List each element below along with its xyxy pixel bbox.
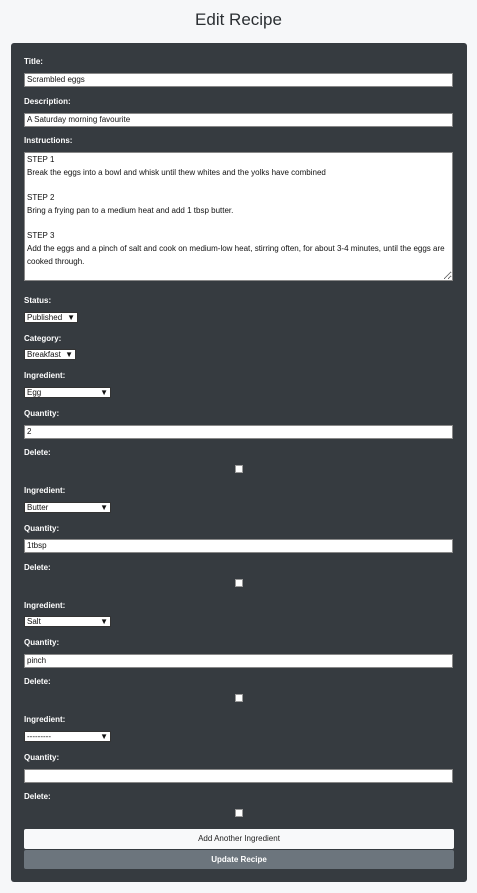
quantity-input[interactable]: pinch bbox=[24, 654, 453, 668]
status-select-value: Published bbox=[27, 313, 63, 322]
update-recipe-button[interactable]: Update Recipe bbox=[24, 850, 454, 869]
description-label: Description: bbox=[24, 97, 71, 106]
quantity-input[interactable]: 1tbsp bbox=[24, 539, 453, 553]
chevron-down-icon: ▼ bbox=[67, 313, 75, 322]
ingredient-select-value: Butter bbox=[27, 503, 49, 512]
ingredient-select[interactable]: Egg ▼ bbox=[24, 387, 111, 398]
category-label: Category: bbox=[24, 334, 62, 343]
title-input[interactable]: Scrambled eggs bbox=[24, 73, 453, 87]
ingredient-select-value: Egg bbox=[27, 388, 42, 397]
quantity-input[interactable] bbox=[24, 769, 453, 783]
quantity-label: Quantity: bbox=[24, 638, 60, 647]
delete-label: Delete: bbox=[24, 448, 51, 457]
instructions-textarea[interactable]: STEP 1 Break the eggs into a bowl and wh… bbox=[24, 152, 453, 281]
description-input[interactable]: A Saturday morning favourite bbox=[24, 113, 453, 127]
instructions-label: Instructions: bbox=[24, 136, 73, 145]
ingredient-label: Ingredient: bbox=[24, 601, 66, 610]
ingredient-select-value: --------- bbox=[27, 732, 51, 741]
ingredient-select-value: Salt bbox=[27, 617, 41, 626]
chevron-down-icon: ▼ bbox=[65, 350, 73, 359]
recipe-form: Title: Scrambled eggs Description: A Sat… bbox=[11, 43, 467, 882]
delete-checkbox[interactable] bbox=[235, 579, 243, 587]
title-label: Title: bbox=[24, 57, 43, 66]
delete-checkbox[interactable] bbox=[235, 694, 243, 702]
chevron-down-icon: ▼ bbox=[100, 503, 108, 512]
delete-label: Delete: bbox=[24, 677, 51, 686]
ingredient-select[interactable]: Butter ▼ bbox=[24, 502, 111, 513]
add-ingredient-button[interactable]: Add Another Ingredient bbox=[24, 829, 454, 849]
ingredient-select[interactable]: --------- ▼ bbox=[24, 731, 111, 742]
quantity-input[interactable]: 2 bbox=[24, 425, 453, 439]
delete-label: Delete: bbox=[24, 792, 51, 801]
quantity-label: Quantity: bbox=[24, 753, 60, 762]
chevron-down-icon: ▼ bbox=[100, 617, 108, 626]
status-label: Status: bbox=[24, 296, 52, 305]
ingredient-label: Ingredient: bbox=[24, 486, 66, 495]
quantity-label: Quantity: bbox=[24, 409, 60, 418]
status-select[interactable]: Published ▼ bbox=[24, 312, 78, 323]
ingredient-label: Ingredient: bbox=[24, 715, 66, 724]
category-select-value: Breakfast bbox=[27, 350, 61, 359]
quantity-label: Quantity: bbox=[24, 524, 60, 533]
page-title: Edit Recipe bbox=[195, 10, 282, 29]
delete-checkbox[interactable] bbox=[235, 809, 243, 817]
chevron-down-icon: ▼ bbox=[100, 732, 108, 741]
delete-checkbox[interactable] bbox=[235, 465, 243, 473]
ingredient-select[interactable]: Salt ▼ bbox=[24, 616, 111, 627]
ingredient-label: Ingredient: bbox=[24, 371, 66, 380]
chevron-down-icon: ▼ bbox=[100, 388, 108, 397]
category-select[interactable]: Breakfast ▼ bbox=[24, 349, 76, 360]
delete-label: Delete: bbox=[24, 563, 51, 572]
